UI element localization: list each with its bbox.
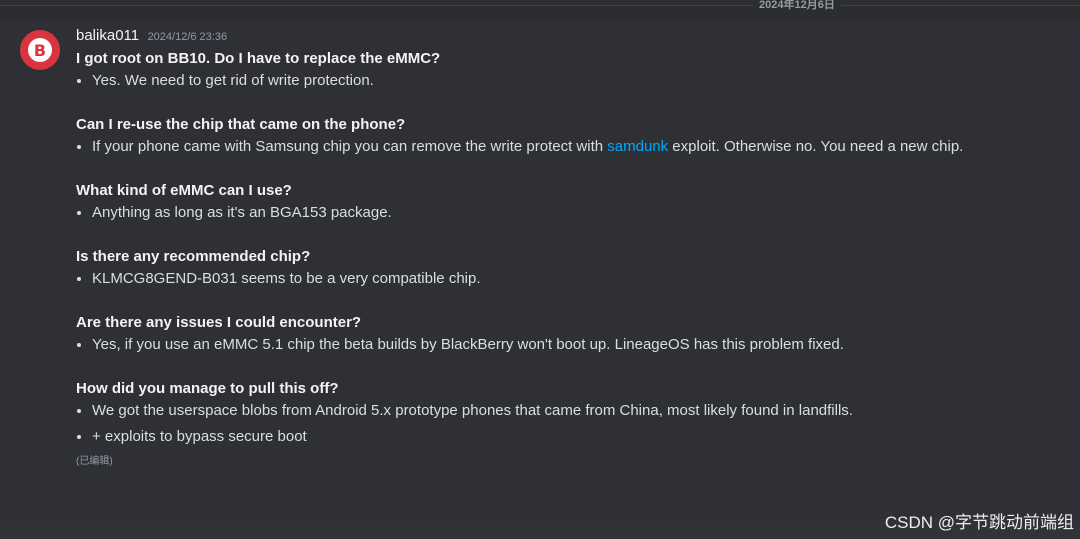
edited-label[interactable]: (已编辑) [76,456,1066,468]
date-divider-label: 2024年12月6日 [753,0,841,12]
answer-text: + exploits to bypass secure boot [92,428,307,445]
message-body: I got root on BB10. Do I have to replace… [76,50,1066,468]
list-item: KLMCG8GEND-B031 seems to be a very compa… [76,266,1066,292]
list-item: + exploits to bypass secure boot [76,424,1066,450]
message[interactable]: B balika011 2024/12/6 23:36 I got root o… [0,22,1080,519]
faq-section: Are there any issues I could encounter? … [76,314,1066,358]
answer-text-after-link: exploit. Otherwise no. You need a new ch… [668,138,964,155]
answer-text: Yes. We need to get rid of write protect… [92,72,374,89]
bullet-icon [77,277,81,281]
bullet-icon [77,435,81,439]
answer-list: Yes. We need to get rid of write protect… [76,68,1066,94]
faq-section: I got root on BB10. Do I have to replace… [76,50,1066,94]
list-item: If your phone came with Samsung chip you… [76,134,1066,160]
answer-list: If your phone came with Samsung chip you… [76,134,1066,160]
list-item: We got the userspace blobs from Android … [76,398,1066,424]
faq-section: Is there any recommended chip? KLMCG8GEN… [76,248,1066,292]
username[interactable]: balika011 [76,27,139,44]
date-divider-line [0,5,1080,6]
answer-text: KLMCG8GEND-B031 seems to be a very compa… [92,270,481,287]
answer-list: We got the userspace blobs from Android … [76,398,1066,450]
chat-view: 2024年12月6日 B balika011 2024/12/6 23:36 I… [0,0,1080,539]
faq-section: Can I re-use the chip that came on the p… [76,116,1066,160]
faq-question: Are there any issues I could encounter? [76,314,362,331]
answer-list: KLMCG8GEND-B031 seems to be a very compa… [76,266,1066,292]
faq-question: Can I re-use the chip that came on the p… [76,116,406,133]
bullet-icon [77,145,81,149]
answer-text: Anything as long as it's an BGA153 packa… [92,204,392,221]
answer-text: Yes, if you use an eMMC 5.1 chip the bet… [92,336,844,353]
faq-section: How did you manage to pull this off? We … [76,380,1066,450]
date-divider: 2024年12月6日 [0,0,1080,12]
answer-list: Yes, if you use an eMMC 5.1 chip the bet… [76,332,1066,358]
avatar[interactable]: B [20,30,60,70]
faq-question: What kind of eMMC can I use? [76,182,292,199]
faq-section: What kind of eMMC can I use? Anything as… [76,182,1066,226]
timestamp[interactable]: 2024/12/6 23:36 [148,31,228,43]
message-header: balika011 2024/12/6 23:36 [76,22,1066,50]
faq-question: How did you manage to pull this off? [76,380,339,397]
avatar-logo-icon: B [28,38,52,62]
faq-question: Is there any recommended chip? [76,248,311,265]
answer-text-before-link: If your phone came with Samsung chip you… [92,138,608,155]
samdunk-link[interactable]: samdunk [607,138,668,155]
answer-text: We got the userspace blobs from Android … [92,402,853,419]
faq-question: I got root on BB10. Do I have to replace… [76,50,441,67]
bullet-icon [77,409,81,413]
watermark: CSDN @字节跳动前端组 [884,513,1074,532]
list-item: Yes, if you use an eMMC 5.1 chip the bet… [76,332,1066,358]
list-item: Yes. We need to get rid of write protect… [76,68,1066,94]
avatar-letter: B [33,40,47,60]
message-content: balika011 2024/12/6 23:36 I got root on … [76,22,1066,468]
bullet-icon [77,211,81,215]
list-item: Anything as long as it's an BGA153 packa… [76,200,1066,226]
bullet-icon [77,79,81,83]
answer-list: Anything as long as it's an BGA153 packa… [76,200,1066,226]
bullet-icon [77,343,81,347]
